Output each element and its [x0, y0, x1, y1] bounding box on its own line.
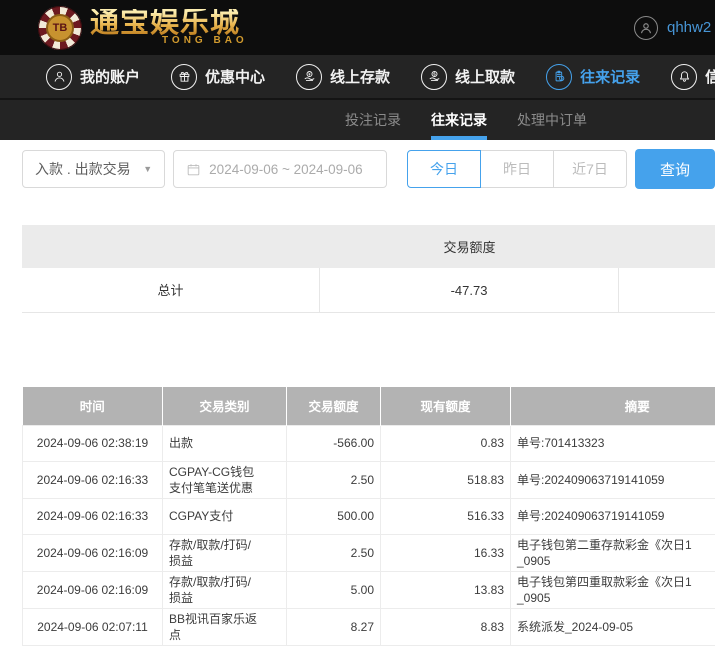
nav-label: 线上存款	[330, 69, 391, 86]
last-7-days-button[interactable]: 近7日	[553, 150, 627, 188]
gift-icon	[171, 63, 198, 90]
cell-balance: 516.33	[380, 497, 511, 535]
cell-amount: 5.00	[286, 570, 381, 609]
cell-type: 存款/取款/打码/ 损益	[162, 570, 287, 609]
cell-time: 2024-09-06 02:16:33	[22, 460, 163, 499]
date-range-value: 2024-09-06 ~ 2024-09-06	[209, 161, 363, 177]
transactions-body: 2024-09-06 02:38:19 出款 -566.00 0.83 单号:7…	[22, 424, 715, 646]
yesterday-button[interactable]: 昨日	[480, 150, 554, 188]
user-avatar-icon	[634, 15, 658, 40]
cell-time: 2024-09-06 02:16:09	[22, 570, 163, 609]
cell-amount: -566.00	[286, 424, 381, 462]
user-account-area[interactable]: qhhw2	[634, 0, 711, 55]
cell-time: 2024-09-06 02:38:19	[22, 424, 163, 462]
transaction-type-select[interactable]: 入款 . 出款交易 ▼	[22, 150, 166, 188]
table-row: 2024-09-06 02:16:09 存款/取款/打码/ 损益 5.00 13…	[22, 570, 715, 609]
cell-amount: 2.50	[286, 460, 381, 499]
cell-summary: 电子钱包第二重存款彩金《次日1 _0905	[510, 533, 715, 572]
withdraw-hand-coin-icon: $	[421, 63, 448, 90]
cell-summary: 单号:701413323	[510, 424, 715, 462]
records-tab-bar: 投注记录 往来记录 处理中订单	[0, 98, 715, 140]
search-button[interactable]: 查询	[635, 149, 715, 189]
cell-time: 2024-09-06 02:07:11	[22, 607, 163, 646]
date-range-input[interactable]: 2024-09-06 ~ 2024-09-06	[173, 150, 387, 188]
today-button[interactable]: 今日	[407, 150, 481, 188]
cell-type: BB视讯百家乐返 点	[162, 607, 287, 646]
col-header-summary: 摘要	[510, 387, 715, 425]
nav-label: 信息	[705, 69, 715, 86]
nav-label: 我的账户	[80, 69, 141, 86]
nav-item-promotions[interactable]: 优惠中心	[171, 63, 266, 90]
cell-balance: 13.83	[380, 570, 511, 609]
nav-item-messages[interactable]: 信息	[671, 63, 715, 90]
cell-amount: 2.50	[286, 533, 381, 572]
summary-header-row: 交易额度	[22, 225, 715, 268]
cell-summary: 单号:202409063719141059	[510, 497, 715, 535]
cell-amount: 8.27	[286, 607, 381, 646]
cell-summary: 电子钱包第四重取款彩金《次日1 _0905	[510, 570, 715, 609]
nav-item-transaction-records[interactable]: 往来记录	[546, 63, 641, 90]
select-value: 入款 . 出款交易	[35, 161, 131, 177]
table-row: 2024-09-06 02:16:09 存款/取款/打码/ 损益 2.50 16…	[22, 533, 715, 572]
table-row: 2024-09-06 02:16:33 CGPAY支付 500.00 516.3…	[22, 497, 715, 535]
nav-label: 优惠中心	[205, 69, 266, 86]
quick-date-buttons: 今日 昨日 近7日	[407, 150, 627, 188]
deposit-hand-coin-icon: ¥	[296, 63, 323, 90]
cell-type: 出款	[162, 424, 287, 462]
cell-balance: 0.83	[380, 424, 511, 462]
username-text[interactable]: qhhw2	[667, 19, 711, 36]
cell-amount: 500.00	[286, 497, 381, 535]
summary-header-label: 交易额度	[443, 240, 496, 255]
filter-row: 入款 . 出款交易 ▼ 2024-09-06 ~ 2024-09-06 今日 昨…	[22, 149, 715, 189]
summary-total-value: -47.73	[320, 268, 619, 313]
cell-type: CGPAY支付	[162, 497, 287, 535]
calendar-icon	[187, 163, 200, 175]
cell-balance: 8.83	[380, 607, 511, 646]
summary-total-label: 总计	[22, 268, 320, 313]
cell-balance: 518.83	[380, 460, 511, 499]
cell-time: 2024-09-06 02:16:09	[22, 533, 163, 572]
bell-icon	[671, 63, 698, 90]
cell-type: 存款/取款/打码/ 损益	[162, 533, 287, 572]
top-header: TB 通宝娱乐城 TONG BAO qhhw2	[0, 0, 715, 55]
site-logo[interactable]: TB 通宝娱乐城 TONG BAO	[38, 5, 248, 50]
cell-type: CGPAY-CG钱包 支付笔笔送优惠	[162, 460, 287, 499]
cell-summary: 系统派发_2024-09-05	[510, 607, 715, 646]
table-header-row: 时间 交易类别 交易额度 现有额度 摘要	[22, 387, 715, 425]
summary-table: 交易额度 总计 -47.73	[22, 225, 715, 313]
poker-chip-logo-icon: TB	[38, 5, 82, 50]
cell-time: 2024-09-06 02:16:33	[22, 497, 163, 535]
tab-transaction-records[interactable]: 往来记录	[431, 100, 487, 140]
tab-betting-records[interactable]: 投注记录	[345, 100, 401, 140]
col-header-type: 交易类别	[162, 387, 287, 425]
chevron-down-icon: ▼	[143, 164, 153, 174]
col-header-balance: 现有额度	[380, 387, 511, 425]
table-row: 2024-09-06 02:07:11 BB视讯百家乐返 点 8.27 8.83…	[22, 607, 715, 646]
user-icon	[46, 63, 72, 90]
records-clipboard-icon	[546, 63, 573, 90]
nav-item-deposit[interactable]: ¥ 线上存款	[296, 63, 391, 90]
cell-summary: 单号:202409063719141059	[510, 460, 715, 499]
nav-item-my-account[interactable]: 我的账户	[46, 63, 141, 90]
table-row: 2024-09-06 02:16:33 CGPAY-CG钱包 支付笔笔送优惠 2…	[22, 460, 715, 499]
nav-label: 线上取款	[455, 69, 516, 86]
transactions-table: 时间 交易类别 交易额度 现有额度 摘要 2024-09-06 02:38:19…	[22, 387, 715, 646]
site-title: 通宝娱乐城	[90, 9, 248, 38]
tab-pending-orders[interactable]: 处理中订单	[517, 100, 587, 140]
table-row: 2024-09-06 02:38:19 出款 -566.00 0.83 单号:7…	[22, 424, 715, 462]
nav-label: 往来记录	[580, 69, 641, 86]
summary-total-row: 总计 -47.73	[22, 268, 715, 313]
cell-balance: 16.33	[380, 533, 511, 572]
nav-item-withdraw[interactable]: $ 线上取款	[421, 63, 516, 90]
col-header-time: 时间	[22, 387, 163, 425]
main-navigation: 我的账户 优惠中心 ¥ 线上存款 $ 线上取款 往来记录 信息	[0, 55, 715, 98]
col-header-amount: 交易额度	[286, 387, 381, 425]
chip-monogram: TB	[46, 13, 74, 42]
